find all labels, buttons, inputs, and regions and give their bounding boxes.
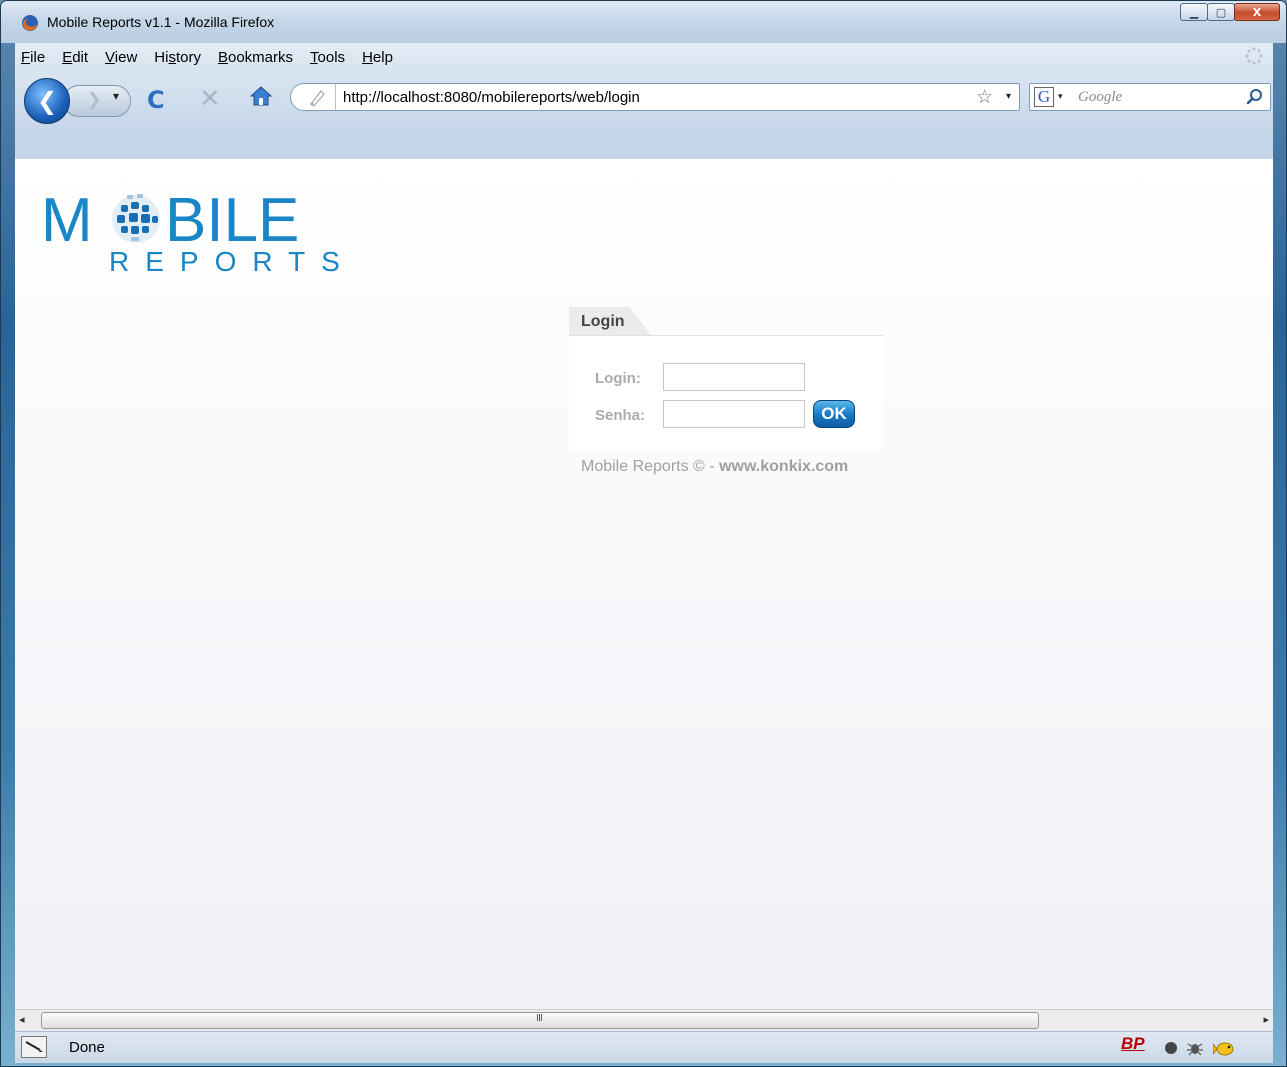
history-dropdown-icon[interactable]: ▾ xyxy=(113,89,119,103)
minimize-icon: ▁ xyxy=(1189,5,1199,19)
logo-letter-m: M xyxy=(41,186,93,255)
mobile-reports-logo: M BILE REPORTS xyxy=(41,186,356,273)
url-separator xyxy=(335,84,336,110)
navigation-toolbar: ❯ ▾ ❮ C ✕ http://localhost:8080/mobilere… xyxy=(15,71,1273,159)
menu-file[interactable]: File xyxy=(21,49,45,66)
back-arrow-icon: ❮ xyxy=(36,87,58,115)
maximize-button[interactable]: ▢ xyxy=(1207,3,1235,21)
firefox-icon xyxy=(22,15,38,31)
footer-copyright: Mobile Reports © - www.konkix.com xyxy=(581,458,848,476)
status-bar: Done BP xyxy=(15,1031,1273,1063)
home-icon[interactable] xyxy=(249,84,273,108)
maximize-icon: ▢ xyxy=(1215,5,1227,19)
address-bar[interactable]: http://localhost:8080/mobilereports/web/… xyxy=(290,83,1020,111)
status-page-icon xyxy=(21,1036,47,1058)
footer-prefix: Mobile Reports © - xyxy=(581,458,720,475)
password-input[interactable] xyxy=(663,400,805,428)
scrollbar-thumb[interactable]: III xyxy=(41,1012,1039,1029)
record-dot-icon[interactable] xyxy=(1163,1040,1179,1056)
search-icon[interactable] xyxy=(1246,88,1264,106)
globe-icon xyxy=(112,194,160,243)
login-form: Login: Senha: OK xyxy=(569,336,883,450)
menu-help[interactable]: Help xyxy=(362,49,393,66)
google-icon[interactable]: G xyxy=(1034,87,1054,107)
browser-window: Mobile Reports v1.1 - Mozilla Firefox ▁ … xyxy=(0,0,1287,1067)
search-placeholder[interactable]: Google xyxy=(1078,89,1122,106)
window-title: Mobile Reports v1.1 - Mozilla Firefox xyxy=(47,14,275,30)
url-text[interactable]: http://localhost:8080/mobilereports/web/… xyxy=(343,89,640,106)
back-button[interactable]: ❮ xyxy=(24,78,70,124)
login-panel: Login Login: Senha: OK xyxy=(569,307,883,450)
password-label: Senha: xyxy=(595,407,646,424)
stop-icon[interactable]: ✕ xyxy=(199,84,221,114)
menu-edit[interactable]: Edit xyxy=(62,49,88,66)
search-engine-dropdown-icon[interactable]: ▾ xyxy=(1058,92,1063,102)
ok-button[interactable]: OK xyxy=(813,400,855,428)
scrollbar-grip-icon: III xyxy=(536,1013,543,1024)
close-icon: X xyxy=(1252,5,1262,19)
url-dropdown-icon[interactable]: ▾ xyxy=(1006,91,1011,102)
search-box[interactable]: G ▾ Google xyxy=(1029,83,1271,111)
menu-view[interactable]: View xyxy=(105,49,137,66)
pen-icon xyxy=(25,1041,43,1052)
horizontal-scrollbar[interactable]: ◂ III ▸ xyxy=(15,1009,1273,1031)
scroll-left-arrow-icon[interactable]: ◂ xyxy=(19,1013,25,1026)
title-bar: Mobile Reports v1.1 - Mozilla Firefox ▁ … xyxy=(1,1,1286,43)
page-content: M BILE REPORTS Login Login: Senha: OK Mo… xyxy=(15,159,1273,1009)
status-text: Done xyxy=(69,1039,105,1056)
login-label: Login: xyxy=(595,370,641,387)
reload-icon[interactable]: C xyxy=(147,86,165,114)
menu-history[interactable]: History xyxy=(154,49,201,66)
forward-arrow-icon: ❯ xyxy=(87,90,102,110)
bp-addon-icon[interactable]: BP xyxy=(1121,1034,1145,1054)
login-tab: Login xyxy=(569,307,651,335)
throbber-icon xyxy=(1245,47,1263,65)
firebug-icon[interactable] xyxy=(1185,1038,1205,1058)
window-controls: ▁ ▢ X xyxy=(1180,3,1280,21)
menu-tools[interactable]: Tools xyxy=(310,49,345,66)
login-input[interactable] xyxy=(663,363,805,391)
fish-addon-icon[interactable] xyxy=(1213,1036,1237,1060)
bookmark-star-icon[interactable]: ☆ xyxy=(976,86,993,108)
footer-site-link[interactable]: www.konkix.com xyxy=(719,458,848,475)
menu-bar: File Edit View History Bookmarks Tools H… xyxy=(15,43,1273,71)
scroll-right-arrow-icon[interactable]: ▸ xyxy=(1263,1013,1269,1026)
minimize-button[interactable]: ▁ xyxy=(1180,3,1208,21)
logo-word-bile: BILE xyxy=(165,186,299,255)
page-icon xyxy=(310,90,325,107)
close-button[interactable]: X xyxy=(1234,3,1280,21)
menu-bookmarks[interactable]: Bookmarks xyxy=(218,49,293,66)
logo-word-reports: REPORTS xyxy=(109,246,356,273)
